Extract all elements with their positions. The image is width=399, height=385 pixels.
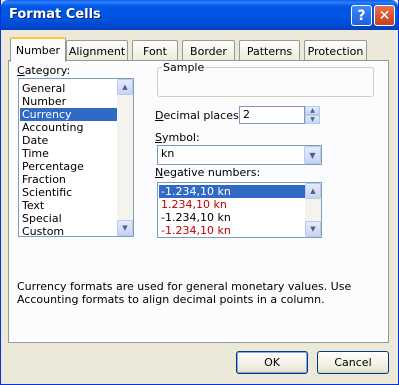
category-item-date[interactable]: Date [20, 134, 117, 147]
ok-button-label: OK [264, 356, 280, 369]
help-icon: ? [357, 7, 366, 24]
symbol-accesskey: S [155, 131, 162, 144]
scroll-up-arrow-icon[interactable]: ▲ [305, 183, 321, 199]
format-cells-dialog: Format Cells ? ✕ Number Alignment Font B… [0, 0, 399, 385]
tab-font-label: Font [143, 44, 167, 58]
symbol-text: ymbol: [161, 131, 200, 144]
category-item-scientific[interactable]: Scientific [20, 186, 117, 199]
category-scrollbar[interactable]: ▲ ▼ [117, 79, 133, 236]
tab-number-label: Number [15, 44, 61, 57]
window-title: Format Cells [9, 7, 101, 22]
tab-number[interactable]: Number [10, 37, 66, 62]
close-button[interactable]: ✕ [374, 5, 395, 26]
negative-number-option[interactable]: -1.234,10 kn [159, 185, 305, 198]
chevron-down-icon[interactable]: ▼ [304, 146, 321, 164]
tab-alignment[interactable]: Alignment [66, 40, 128, 61]
category-label-text: ategory: [24, 64, 71, 77]
negative-numbers-label: Negative numbers: [155, 166, 260, 179]
category-item-general[interactable]: General [20, 82, 117, 95]
negative-number-option[interactable]: -1.234,10 kn [159, 224, 305, 237]
category-list[interactable]: General Number Currency Accounting Date … [18, 78, 134, 238]
symbol-select[interactable]: kn [157, 145, 322, 165]
tab-border[interactable]: Border [182, 40, 235, 61]
help-button[interactable]: ? [351, 5, 372, 26]
tab-patterns-label: Patterns [246, 44, 293, 58]
close-icon: ✕ [378, 7, 391, 24]
tab-font[interactable]: Font [132, 40, 178, 61]
ok-button[interactable]: OK [236, 351, 308, 374]
category-item-text[interactable]: Text [20, 199, 117, 212]
cancel-button[interactable]: Cancel [317, 351, 389, 374]
tab-alignment-label: Alignment [68, 44, 126, 58]
decimal-places-text: ecimal places: [163, 109, 243, 122]
category-item-currency[interactable]: Currency [20, 108, 117, 121]
negative-numbers-list[interactable]: -1.234,10 kn 1.234,10 kn -1.234,10 kn -1… [157, 182, 322, 238]
decimal-places-label: Decimal places: [155, 109, 242, 122]
format-description: Currency formats are used for general mo… [17, 280, 352, 306]
negative-number-option[interactable]: -1.234,10 kn [159, 211, 305, 224]
negative-numbers-accesskey: N [155, 166, 164, 179]
cancel-button-label: Cancel [334, 356, 372, 369]
sample-label: Sample [162, 61, 206, 74]
tab-strip: Number Alignment Font Border Patterns Pr… [8, 37, 388, 62]
category-item-special[interactable]: Special [20, 212, 117, 225]
negative-numbers-scrollbar[interactable]: ▲ ▼ [305, 183, 321, 237]
category-label-accesskey: C [17, 64, 25, 77]
category-item-fraction[interactable]: Fraction [20, 173, 117, 186]
category-item-percentage[interactable]: Percentage [20, 160, 117, 173]
negative-number-option[interactable]: 1.234,10 kn [159, 198, 305, 211]
category-item-time[interactable]: Time [20, 147, 117, 160]
title-bar[interactable]: Format Cells ? ✕ [1, 0, 398, 30]
tab-border-label: Border [190, 44, 227, 58]
category-label: Category: [17, 64, 70, 77]
number-tab-panel: Category: General Number Currency Accoun… [8, 60, 389, 343]
scroll-up-arrow-icon[interactable]: ▲ [117, 79, 133, 95]
scroll-down-arrow-icon[interactable]: ▼ [117, 220, 133, 236]
tab-protection-label: Protection [307, 44, 364, 58]
category-item-accounting[interactable]: Accounting [20, 121, 117, 134]
category-item-custom[interactable]: Custom [20, 225, 117, 238]
category-item-number[interactable]: Number [20, 95, 117, 108]
spin-down-icon[interactable]: ▼ [305, 115, 320, 124]
spin-up-icon[interactable]: ▲ [305, 106, 320, 115]
tab-patterns[interactable]: Patterns [239, 40, 300, 61]
symbol-label: Symbol: [155, 131, 200, 144]
tab-protection[interactable]: Protection [304, 40, 367, 61]
negative-numbers-text: egative numbers: [163, 166, 261, 179]
scroll-down-arrow-icon[interactable]: ▼ [305, 221, 321, 237]
decimal-places-input[interactable]: 2 [239, 106, 305, 124]
